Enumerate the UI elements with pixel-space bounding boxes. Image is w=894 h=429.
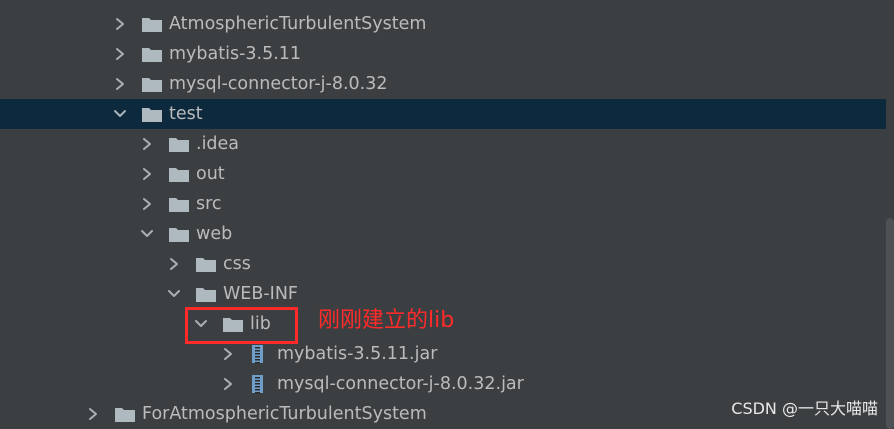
folder-icon xyxy=(168,195,190,213)
tree-item-label: mybatis-3.5.11 xyxy=(169,44,302,64)
tree-item-jar[interactable]: mybatis-3.5.11.jar xyxy=(0,339,886,369)
chevron-right-icon[interactable] xyxy=(113,9,127,39)
folder-icon xyxy=(141,45,163,63)
tree-item-folder[interactable]: AtmosphericTurbulentSystem xyxy=(0,9,886,39)
folder-icon xyxy=(195,255,217,273)
chevron-down-icon[interactable] xyxy=(140,219,154,249)
tree-item-folder[interactable]: web xyxy=(0,219,886,249)
chevron-right-icon[interactable] xyxy=(140,129,154,159)
tree-item-label: test xyxy=(169,104,203,124)
tree-item-folder[interactable]: mysql-connector-j-8.0.32 xyxy=(0,69,886,99)
tree-item-label: out xyxy=(196,164,225,184)
tree-item-label: css xyxy=(223,254,251,274)
project-tree: AtmosphericTurbulentSystem mybatis-3.5.11… xyxy=(0,0,894,429)
folder-icon xyxy=(141,15,163,33)
tree-item-folder[interactable]: .idea xyxy=(0,129,886,159)
chevron-right-icon[interactable] xyxy=(140,159,154,189)
tree-item-label: .idea xyxy=(196,134,240,154)
tree-item-label: WEB-INF xyxy=(223,284,298,304)
chevron-right-icon[interactable] xyxy=(221,369,235,399)
folder-icon xyxy=(168,225,190,243)
tree-item-folder[interactable]: mybatis-3.5.11 xyxy=(0,39,886,69)
tree-item-folder[interactable]: src xyxy=(0,189,886,219)
vertical-scrollbar[interactable] xyxy=(886,218,894,429)
folder-icon xyxy=(141,75,163,93)
chevron-right-icon[interactable] xyxy=(113,39,127,69)
tree-item-label: mybatis-3.5.11.jar xyxy=(277,344,438,364)
tree-item-label: ForAtmosphericTurbulentSystem xyxy=(142,404,427,424)
folder-icon xyxy=(141,105,163,123)
chevron-down-icon[interactable] xyxy=(167,279,181,309)
tree-item-label: src xyxy=(196,194,222,214)
tree-item-label: web xyxy=(196,224,233,244)
folder-icon xyxy=(168,165,190,183)
tree-item-label: mysql-connector-j-8.0.32.jar xyxy=(277,374,524,394)
tree-item-folder[interactable]: out xyxy=(0,159,886,189)
jar-file-icon xyxy=(249,345,271,364)
tree-item-label: AtmosphericTurbulentSystem xyxy=(169,14,427,34)
chevron-down-icon[interactable] xyxy=(113,99,127,129)
jar-file-icon xyxy=(249,375,271,394)
chevron-right-icon[interactable] xyxy=(86,399,100,429)
folder-icon xyxy=(195,285,217,303)
tree-item-folder[interactable]: css xyxy=(0,249,886,279)
tree-item-folder[interactable]: WEB-INF xyxy=(0,279,886,309)
annotation-highlight-box xyxy=(185,307,298,344)
tree-item-label: mysql-connector-j-8.0.32 xyxy=(169,74,388,94)
tree-item-folder[interactable]: test xyxy=(0,99,886,129)
folder-icon xyxy=(114,405,136,423)
tree-item-jar[interactable]: mysql-connector-j-8.0.32.jar xyxy=(0,369,886,399)
annotation-text: 刚刚建立的lib xyxy=(318,308,455,333)
chevron-right-icon[interactable] xyxy=(113,69,127,99)
watermark: CSDN @一只大喵喵 xyxy=(731,399,878,418)
folder-icon xyxy=(168,135,190,153)
chevron-right-icon[interactable] xyxy=(140,189,154,219)
chevron-right-icon[interactable] xyxy=(167,249,181,279)
